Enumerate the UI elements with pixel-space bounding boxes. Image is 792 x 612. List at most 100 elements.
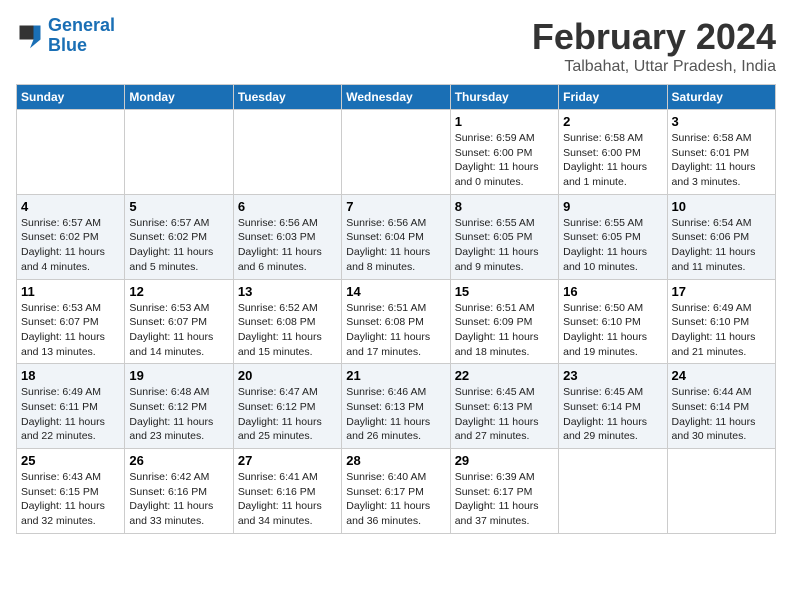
day-number: 29	[455, 453, 554, 468]
calendar-cell: 14 Sunrise: 6:51 AM Sunset: 6:08 PM Dayli…	[342, 279, 450, 364]
day-info: Sunrise: 6:43 AM Sunset: 6:15 PM Dayligh…	[21, 470, 120, 529]
day-info: Sunrise: 6:53 AM Sunset: 6:07 PM Dayligh…	[129, 301, 228, 360]
day-number: 1	[455, 114, 554, 129]
col-header-tuesday: Tuesday	[233, 85, 341, 110]
day-info: Sunrise: 6:58 AM Sunset: 6:00 PM Dayligh…	[563, 131, 662, 190]
calendar-cell: 27 Sunrise: 6:41 AM Sunset: 6:16 PM Dayli…	[233, 449, 341, 534]
day-number: 21	[346, 368, 445, 383]
day-number: 12	[129, 284, 228, 299]
calendar-table: SundayMondayTuesdayWednesdayThursdayFrid…	[16, 84, 776, 534]
day-info: Sunrise: 6:45 AM Sunset: 6:14 PM Dayligh…	[563, 385, 662, 444]
day-info: Sunrise: 6:55 AM Sunset: 6:05 PM Dayligh…	[563, 216, 662, 275]
calendar-cell	[125, 110, 233, 195]
day-info: Sunrise: 6:55 AM Sunset: 6:05 PM Dayligh…	[455, 216, 554, 275]
calendar-cell: 11 Sunrise: 6:53 AM Sunset: 6:07 PM Dayli…	[17, 279, 125, 364]
page-header: General Blue February 2024 Talbahat, Utt…	[16, 16, 776, 76]
day-info: Sunrise: 6:44 AM Sunset: 6:14 PM Dayligh…	[672, 385, 771, 444]
title-area: February 2024 Talbahat, Uttar Pradesh, I…	[532, 16, 776, 76]
day-number: 7	[346, 199, 445, 214]
calendar-cell	[17, 110, 125, 195]
day-info: Sunrise: 6:46 AM Sunset: 6:13 PM Dayligh…	[346, 385, 445, 444]
day-info: Sunrise: 6:47 AM Sunset: 6:12 PM Dayligh…	[238, 385, 337, 444]
day-info: Sunrise: 6:49 AM Sunset: 6:10 PM Dayligh…	[672, 301, 771, 360]
day-info: Sunrise: 6:54 AM Sunset: 6:06 PM Dayligh…	[672, 216, 771, 275]
main-title: February 2024	[532, 16, 776, 58]
day-number: 24	[672, 368, 771, 383]
calendar-cell: 25 Sunrise: 6:43 AM Sunset: 6:15 PM Dayli…	[17, 449, 125, 534]
logo: General Blue	[16, 16, 115, 56]
day-number: 4	[21, 199, 120, 214]
calendar-cell: 17 Sunrise: 6:49 AM Sunset: 6:10 PM Dayli…	[667, 279, 775, 364]
day-info: Sunrise: 6:57 AM Sunset: 6:02 PM Dayligh…	[129, 216, 228, 275]
day-info: Sunrise: 6:56 AM Sunset: 6:04 PM Dayligh…	[346, 216, 445, 275]
day-number: 20	[238, 368, 337, 383]
calendar-cell: 18 Sunrise: 6:49 AM Sunset: 6:11 PM Dayli…	[17, 364, 125, 449]
logo-icon	[16, 22, 44, 50]
day-number: 26	[129, 453, 228, 468]
day-info: Sunrise: 6:51 AM Sunset: 6:08 PM Dayligh…	[346, 301, 445, 360]
day-number: 17	[672, 284, 771, 299]
day-info: Sunrise: 6:52 AM Sunset: 6:08 PM Dayligh…	[238, 301, 337, 360]
day-info: Sunrise: 6:39 AM Sunset: 6:17 PM Dayligh…	[455, 470, 554, 529]
day-info: Sunrise: 6:42 AM Sunset: 6:16 PM Dayligh…	[129, 470, 228, 529]
calendar-cell: 5 Sunrise: 6:57 AM Sunset: 6:02 PM Daylig…	[125, 194, 233, 279]
col-header-saturday: Saturday	[667, 85, 775, 110]
day-info: Sunrise: 6:49 AM Sunset: 6:11 PM Dayligh…	[21, 385, 120, 444]
calendar-cell: 13 Sunrise: 6:52 AM Sunset: 6:08 PM Dayli…	[233, 279, 341, 364]
day-number: 2	[563, 114, 662, 129]
day-number: 19	[129, 368, 228, 383]
day-number: 10	[672, 199, 771, 214]
calendar-cell: 2 Sunrise: 6:58 AM Sunset: 6:00 PM Daylig…	[559, 110, 667, 195]
day-number: 13	[238, 284, 337, 299]
calendar-cell: 29 Sunrise: 6:39 AM Sunset: 6:17 PM Dayli…	[450, 449, 558, 534]
day-info: Sunrise: 6:59 AM Sunset: 6:00 PM Dayligh…	[455, 131, 554, 190]
day-info: Sunrise: 6:51 AM Sunset: 6:09 PM Dayligh…	[455, 301, 554, 360]
calendar-cell: 1 Sunrise: 6:59 AM Sunset: 6:00 PM Daylig…	[450, 110, 558, 195]
day-info: Sunrise: 6:53 AM Sunset: 6:07 PM Dayligh…	[21, 301, 120, 360]
col-header-friday: Friday	[559, 85, 667, 110]
day-number: 3	[672, 114, 771, 129]
calendar-cell	[233, 110, 341, 195]
calendar-cell: 12 Sunrise: 6:53 AM Sunset: 6:07 PM Dayli…	[125, 279, 233, 364]
day-info: Sunrise: 6:40 AM Sunset: 6:17 PM Dayligh…	[346, 470, 445, 529]
col-header-wednesday: Wednesday	[342, 85, 450, 110]
calendar-cell: 24 Sunrise: 6:44 AM Sunset: 6:14 PM Dayli…	[667, 364, 775, 449]
day-number: 16	[563, 284, 662, 299]
calendar-cell: 28Sunrise: 6:40 AM Sunset: 6:17 PM Dayli…	[342, 449, 450, 534]
day-info: Sunrise: 6:56 AM Sunset: 6:03 PM Dayligh…	[238, 216, 337, 275]
day-number: 9	[563, 199, 662, 214]
day-number: 23	[563, 368, 662, 383]
day-number: 6	[238, 199, 337, 214]
calendar-cell: 4Sunrise: 6:57 AM Sunset: 6:02 PM Daylig…	[17, 194, 125, 279]
calendar-cell: 23 Sunrise: 6:45 AM Sunset: 6:14 PM Dayli…	[559, 364, 667, 449]
day-number: 5	[129, 199, 228, 214]
logo-general: General	[48, 15, 115, 35]
calendar-cell	[667, 449, 775, 534]
day-info: Sunrise: 6:41 AM Sunset: 6:16 PM Dayligh…	[238, 470, 337, 529]
calendar-cell: 26 Sunrise: 6:42 AM Sunset: 6:16 PM Dayli…	[125, 449, 233, 534]
calendar-cell: 22Sunrise: 6:45 AM Sunset: 6:13 PM Dayli…	[450, 364, 558, 449]
day-number: 18	[21, 368, 120, 383]
logo-text: General Blue	[48, 16, 115, 56]
col-header-sunday: Sunday	[17, 85, 125, 110]
calendar-cell: 19Sunrise: 6:48 AM Sunset: 6:12 PM Dayli…	[125, 364, 233, 449]
day-number: 8	[455, 199, 554, 214]
calendar-cell: 7 Sunrise: 6:56 AM Sunset: 6:04 PM Daylig…	[342, 194, 450, 279]
col-header-thursday: Thursday	[450, 85, 558, 110]
day-number: 11	[21, 284, 120, 299]
calendar-cell: 3 Sunrise: 6:58 AM Sunset: 6:01 PM Daylig…	[667, 110, 775, 195]
day-info: Sunrise: 6:58 AM Sunset: 6:01 PM Dayligh…	[672, 131, 771, 190]
calendar-cell: 9 Sunrise: 6:55 AM Sunset: 6:05 PM Daylig…	[559, 194, 667, 279]
calendar-cell: 10 Sunrise: 6:54 AM Sunset: 6:06 PM Dayli…	[667, 194, 775, 279]
calendar-cell: 8 Sunrise: 6:55 AM Sunset: 6:05 PM Daylig…	[450, 194, 558, 279]
sub-title: Talbahat, Uttar Pradesh, India	[532, 58, 776, 76]
day-number: 15	[455, 284, 554, 299]
day-number: 25	[21, 453, 120, 468]
day-number: 27	[238, 453, 337, 468]
calendar-cell: 21 Sunrise: 6:46 AM Sunset: 6:13 PM Dayli…	[342, 364, 450, 449]
calendar-cell: 20 Sunrise: 6:47 AM Sunset: 6:12 PM Dayli…	[233, 364, 341, 449]
day-number: 14	[346, 284, 445, 299]
day-info: Sunrise: 6:45 AM Sunset: 6:13 PM Dayligh…	[455, 385, 554, 444]
calendar-cell: 15 Sunrise: 6:51 AM Sunset: 6:09 PM Dayli…	[450, 279, 558, 364]
calendar-cell	[342, 110, 450, 195]
